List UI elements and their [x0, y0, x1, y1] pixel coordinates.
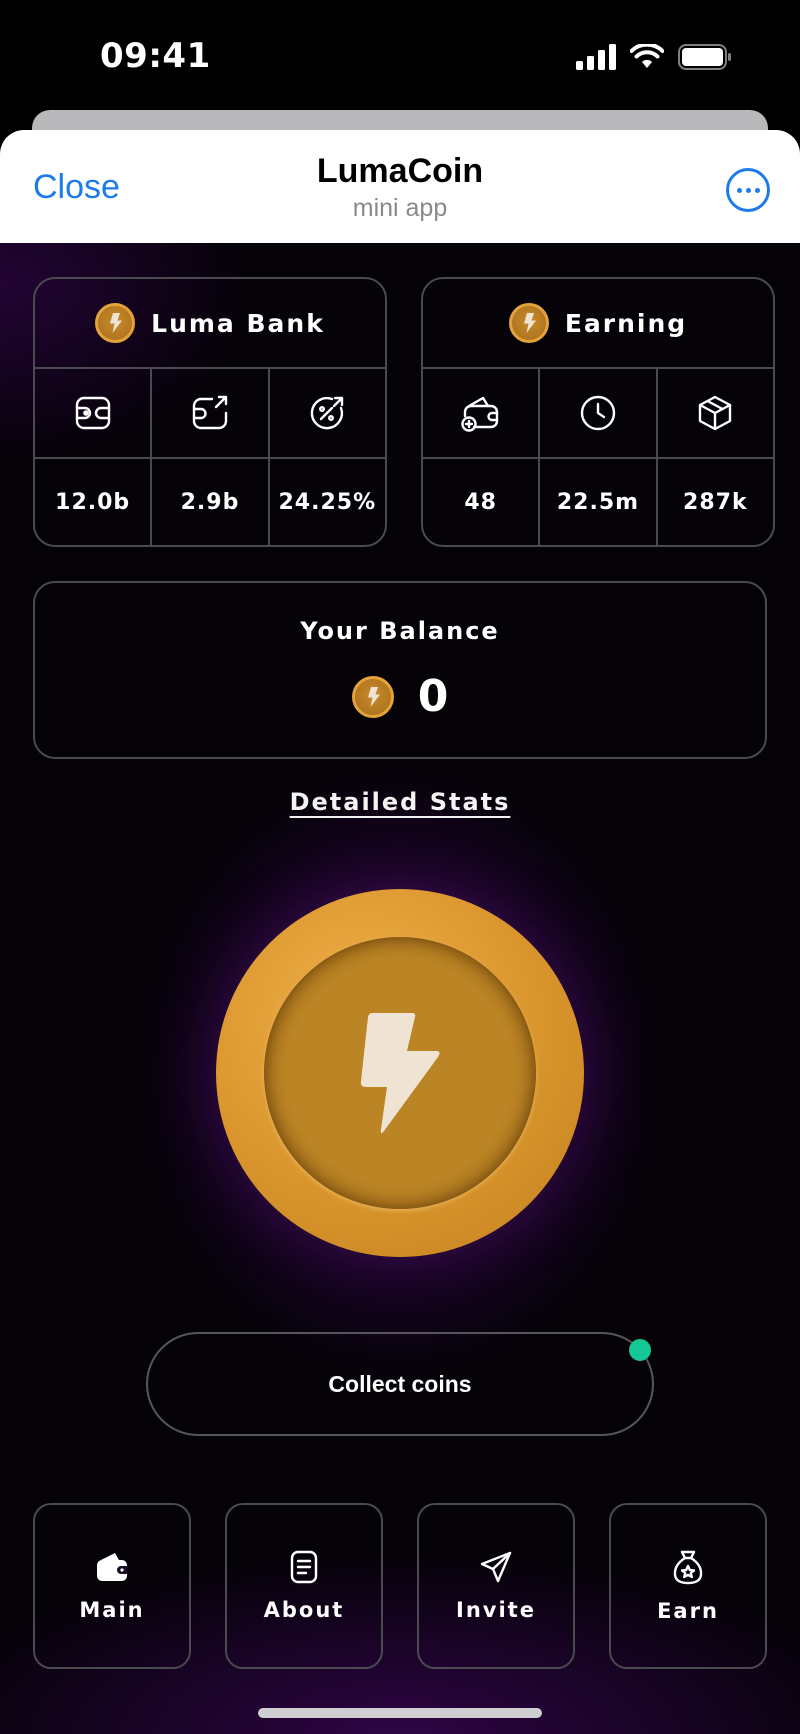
box-icon: [658, 369, 773, 457]
wallet-icon: [35, 369, 153, 457]
earning-card-title: Earning: [564, 308, 688, 338]
bottom-nav: Main About Invite Earn: [33, 1503, 767, 1669]
nav-label-main: Main: [79, 1598, 145, 1622]
document-icon: [290, 1550, 318, 1584]
bank-total-value: 12.0b: [35, 459, 153, 545]
more-dot: [736, 187, 742, 193]
tap-coin[interactable]: [216, 889, 584, 1257]
earning-stats-card: Earning 48 22.5m 287k: [421, 277, 775, 547]
nav-item-main[interactable]: Main: [33, 1503, 191, 1669]
bank-card-header: Luma Bank: [35, 279, 385, 369]
earning-count-value: 48: [423, 459, 541, 545]
detailed-stats-link[interactable]: Detailed Stats: [0, 788, 800, 816]
more-options-button[interactable]: [726, 168, 770, 212]
home-indicator[interactable]: [258, 1708, 542, 1718]
balance-label: Your Balance: [300, 617, 500, 645]
status-dot: [629, 1339, 651, 1361]
bank-rate-value: 24.25%: [278, 489, 377, 515]
app-title: LumaCoin: [316, 152, 484, 190]
mini-app-header: Close LumaCoin mini app: [0, 130, 800, 243]
more-dot: [745, 187, 751, 193]
balance-card: Your Balance 0: [33, 581, 767, 759]
clock-icon: [540, 369, 658, 457]
nav-label-about: About: [263, 1598, 345, 1622]
nav-item-about[interactable]: About: [225, 1503, 383, 1669]
earning-value-row: 48 22.5m 287k: [423, 459, 773, 545]
bank-icon-row: [35, 369, 385, 459]
lightning-icon: [360, 1013, 440, 1134]
bank-withdrawn-value: 2.9b: [152, 459, 270, 545]
coin-icon: [351, 675, 394, 718]
earning-icon-row: [423, 369, 773, 459]
earning-time-value: 22.5m: [540, 459, 658, 545]
status-bar: 09:41: [0, 0, 800, 110]
balance-value: 0: [417, 671, 449, 722]
status-icons: [576, 44, 732, 70]
bank-value-row: 12.0b 2.9b 24.25%: [35, 459, 385, 545]
wallet-export-icon: [152, 369, 270, 457]
more-dot: [754, 187, 760, 193]
nav-item-earn[interactable]: Earn: [609, 1503, 767, 1669]
signal-icon: [576, 44, 616, 70]
discount-percent-icon: [270, 369, 385, 457]
nav-label-earn: Earn: [657, 1599, 719, 1623]
balance-row: 0: [35, 671, 765, 722]
bank-card-title: Luma Bank: [151, 308, 325, 338]
coin-icon: [95, 303, 136, 343]
earning-card-header: Earning: [423, 279, 773, 369]
wallet-add-icon: [423, 369, 541, 457]
battery-icon: [678, 44, 731, 70]
main-content: Luma Bank 12.0b 2.9b 24.25% Earning 48 2…: [0, 243, 800, 1734]
earning-box-value: 287k: [683, 489, 748, 515]
wifi-icon: [630, 44, 664, 68]
app-subtitle: mini app: [352, 194, 448, 222]
star-bag-icon: [673, 1550, 703, 1585]
bank-stats-card: Luma Bank 12.0b 2.9b 24.25%: [33, 277, 387, 547]
nav-item-invite[interactable]: Invite: [417, 1503, 575, 1669]
wallet-icon: [97, 1553, 127, 1581]
coin-icon: [508, 303, 549, 343]
status-time: 09:41: [100, 36, 211, 76]
collect-coins-button[interactable]: Collect coins: [146, 1332, 654, 1436]
nav-label-invite: Invite: [456, 1598, 536, 1622]
send-icon: [480, 1551, 512, 1583]
